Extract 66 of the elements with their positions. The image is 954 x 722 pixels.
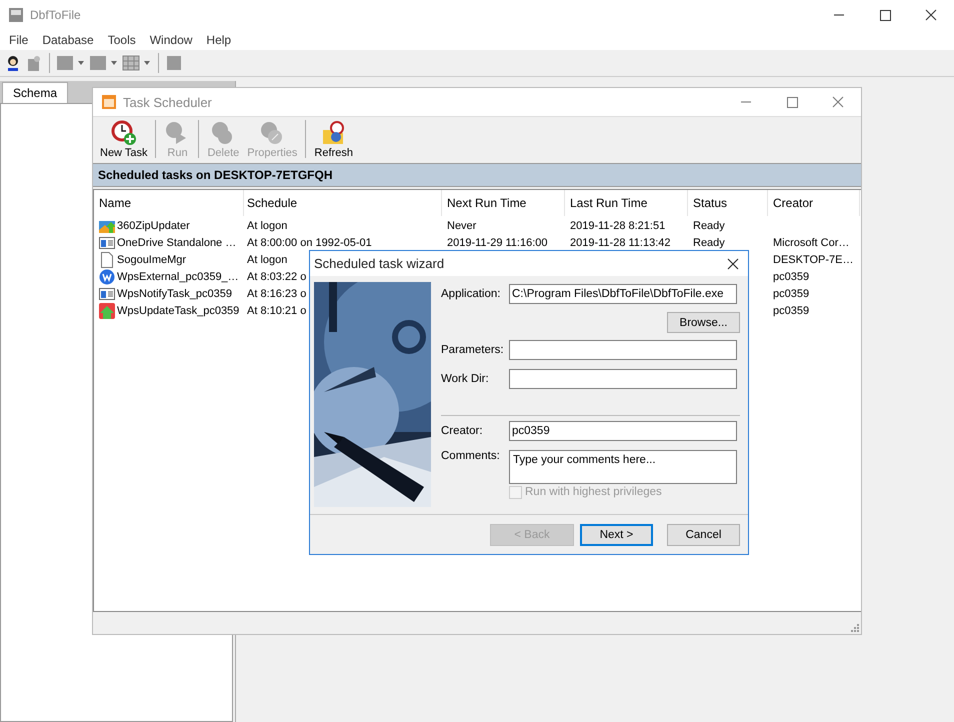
column-header[interactable]: Name: [94, 190, 244, 216]
field-label: Creator:: [441, 425, 484, 437]
menu-item[interactable]: Window: [142, 33, 200, 47]
table-cell: pc0359: [773, 288, 810, 300]
update-icon: [99, 302, 115, 318]
toolbar-button[interactable]: New Task: [96, 118, 152, 160]
table-cell: 2019-11-28 11:13:42: [570, 236, 671, 248]
window-title: Task Scheduler: [123, 94, 212, 110]
toolbar-button[interactable]: Refresh: [310, 118, 357, 160]
table-cell: DESKTOP-7E…: [773, 254, 854, 266]
column-header[interactable]: Creator: [768, 190, 860, 216]
menu-item[interactable]: Tools: [100, 33, 143, 47]
folder-clock-icon: [320, 120, 347, 146]
grid-icon[interactable]: [122, 54, 152, 72]
table-cell: Ready: [693, 236, 725, 248]
field-label: Application:: [441, 288, 502, 300]
browse-button[interactable]: Browse...: [667, 312, 740, 333]
tab[interactable]: Schema: [2, 82, 68, 103]
table-cell: At 8:10:21 o: [247, 304, 306, 316]
task-name[interactable]: WpsExternal_pc0359_…: [117, 270, 239, 282]
window-icon: [99, 234, 115, 250]
table-cell: At 8:16:23 o: [247, 288, 306, 300]
clock-plus-icon: [110, 120, 137, 146]
field-label: Work Dir:: [441, 373, 490, 385]
window-icon: [99, 286, 115, 302]
input-field[interactable]: pc0359: [509, 421, 737, 441]
menu-item[interactable]: Database: [35, 33, 101, 47]
field-label: Comments:: [441, 450, 501, 462]
column-header[interactable]: Status: [688, 190, 768, 216]
table-cell: Never: [447, 220, 476, 232]
table-cell: 2019-11-29 11:16:00: [447, 236, 548, 248]
input-field[interactable]: [509, 340, 737, 360]
dialog-title: Scheduled task wizard: [314, 256, 444, 271]
table-cell: 2019-11-28 8:21:51: [570, 220, 666, 232]
resize-grip-icon: [849, 622, 859, 632]
column-header[interactable]: Schedule: [244, 190, 442, 216]
table-cell: At logon: [247, 220, 288, 232]
column-header[interactable]: Last Run Time: [565, 190, 688, 216]
task-name[interactable]: SogouImeMgr: [117, 254, 186, 266]
menu-item[interactable]: Help: [199, 33, 238, 47]
dialog-button[interactable]: Cancel: [667, 524, 740, 546]
table-cell: pc0359: [773, 304, 810, 316]
table-cell: Ready: [693, 220, 725, 232]
document-icon: [99, 252, 115, 268]
task-name[interactable]: WpsUpdateTask_pc0359: [117, 304, 240, 316]
table-cell: pc0359: [773, 270, 810, 282]
square-icon[interactable]: [165, 54, 183, 72]
menu-item[interactable]: File: [2, 33, 36, 47]
task-name[interactable]: 360ZipUpdater: [117, 220, 190, 232]
table-cell: At 8:03:22 o: [247, 270, 306, 282]
input-field[interactable]: C:\Program Files\DbfToFile\DbfToFile.exe: [509, 284, 737, 304]
app-icon: [8, 7, 24, 23]
w-logo-icon: [99, 268, 115, 284]
calendar-icon: [101, 94, 117, 110]
table-cell: At 8:00:00 on 1992-05-01: [247, 236, 372, 248]
task-name[interactable]: OneDrive Standalone …: [117, 236, 236, 248]
window-title: DbfToFile: [30, 8, 82, 22]
dialog-button[interactable]: Next >: [580, 524, 653, 546]
field-label: Parameters:: [441, 344, 505, 356]
table-cell: Microsoft Cor…: [773, 236, 850, 248]
table-cell: At logon: [247, 254, 288, 266]
section-header: Scheduled tasks on DESKTOP-7ETGFQH: [93, 163, 861, 187]
column-header[interactable]: Next Run Time: [442, 190, 565, 216]
input-field[interactable]: [509, 369, 737, 389]
task-name[interactable]: WpsNotifyTask_pc0359: [117, 288, 232, 300]
text-area[interactable]: Type your comments here...: [509, 450, 737, 484]
